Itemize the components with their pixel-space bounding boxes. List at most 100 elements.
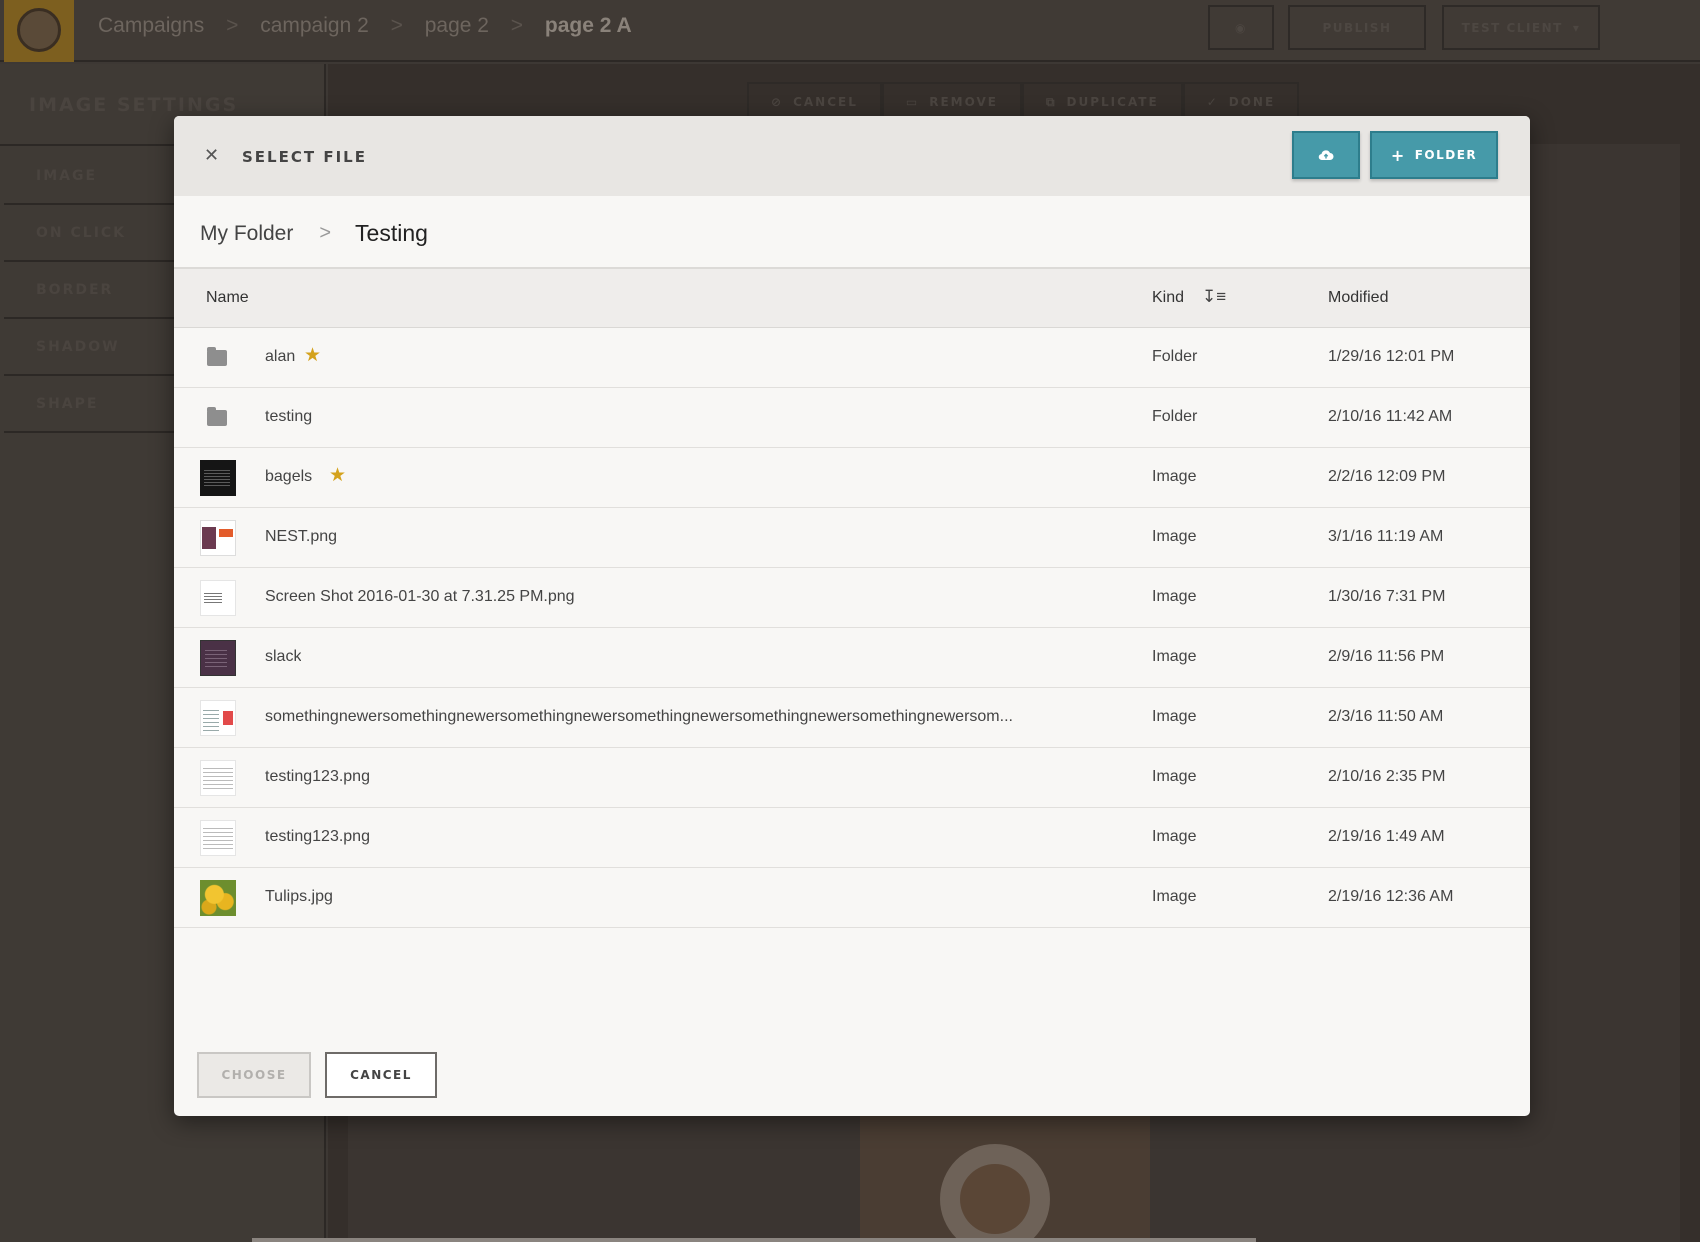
file-modified: 2/3/16 11:50 AM <box>1328 708 1444 725</box>
file-row[interactable]: Tulips.jpg Image 2/19/16 12:36 AM <box>174 868 1530 928</box>
upload-button[interactable] <box>1292 131 1360 179</box>
file-kind: Folder <box>1152 348 1198 365</box>
file-name: testing123.png <box>265 828 370 845</box>
breadcrumb-campaign[interactable]: campaign 2 <box>260 14 369 37</box>
file-row[interactable]: Screen Shot 2016-01-30 at 7.31.25 PM.png… <box>174 568 1530 628</box>
choose-button[interactable]: CHOOSE <box>197 1052 311 1098</box>
campaign-breadcrumb: Campaigns > campaign 2 > page 2 > page 2… <box>98 14 648 38</box>
modal-title: SELECT FILE <box>242 148 367 166</box>
column-name[interactable]: Name <box>206 289 249 307</box>
star-icon[interactable]: ★ <box>304 344 321 367</box>
sort-ascending-icon[interactable]: ↧≡ <box>1202 287 1226 307</box>
mascot-icon <box>17 8 61 52</box>
breadcrumb-page[interactable]: page 2 <box>425 14 489 37</box>
file-modified: 2/2/16 12:09 PM <box>1328 468 1446 485</box>
client-dropdown[interactable]: TEST CLIENT ▾ <box>1442 5 1600 50</box>
app-logo[interactable] <box>4 0 74 62</box>
file-kind: Image <box>1152 648 1197 665</box>
file-modified: 1/30/16 7:31 PM <box>1328 588 1446 605</box>
file-name: testing <box>265 408 313 425</box>
horizontal-scrollbar[interactable] <box>252 1238 1256 1242</box>
publish-label: PUBLISH <box>1322 20 1392 35</box>
document-thumbnail <box>200 760 236 796</box>
toolbar-duplicate-label: DUPLICATE <box>1066 95 1159 109</box>
file-name: slack <box>265 648 302 665</box>
breadcrumb-separator: > <box>226 14 239 37</box>
coffee-image <box>860 1110 1150 1242</box>
file-name: testing123.png <box>265 768 370 785</box>
slack-thumbnail <box>200 640 236 676</box>
file-kind: Image <box>1152 888 1197 905</box>
publish-button[interactable]: PUBLISH <box>1288 5 1426 50</box>
file-name: NEST.png <box>265 528 338 545</box>
toolbar-remove-label: REMOVE <box>929 95 998 109</box>
chevron-down-icon: ▾ <box>1572 20 1581 35</box>
client-label: TEST CLIENT <box>1461 20 1563 35</box>
file-name: alan <box>265 348 296 365</box>
file-kind: Image <box>1152 528 1197 545</box>
breadcrumb-root-folder[interactable]: My Folder <box>200 222 293 246</box>
cancel-icon: ⊘ <box>771 95 784 109</box>
top-bar: Campaigns > campaign 2 > page 2 > page 2… <box>0 0 1700 62</box>
eye-icon: ◉ <box>1235 20 1247 35</box>
check-icon: ✓ <box>1206 95 1219 109</box>
file-name: Screen Shot 2016-01-30 at 7.31.25 PM.png <box>265 588 575 605</box>
cancel-button[interactable]: CANCEL <box>325 1052 437 1098</box>
file-row[interactable]: testing123.png Image 2/19/16 1:49 AM <box>174 808 1530 868</box>
toolbar-cancel-label: CANCEL <box>793 95 858 109</box>
file-kind: Image <box>1152 588 1197 605</box>
document-thumbnail <box>200 700 236 736</box>
file-row[interactable]: testing Folder 2/10/16 11:42 AM <box>174 388 1530 448</box>
breadcrumb-separator: > <box>390 14 403 37</box>
new-folder-button[interactable]: + FOLDER <box>1370 131 1498 179</box>
file-name: somethingnewersomethingnewersomethingnew… <box>265 708 1013 725</box>
file-kind: Image <box>1152 708 1197 725</box>
breadcrumb-separator: > <box>510 14 524 37</box>
trash-icon: ▭ <box>905 95 920 109</box>
file-name: Tulips.jpg <box>265 888 333 905</box>
column-kind[interactable]: Kind <box>1152 289 1184 307</box>
file-kind: Image <box>1152 768 1197 785</box>
file-modified: 2/19/16 1:49 AM <box>1328 828 1445 845</box>
close-icon[interactable]: ✕ <box>204 147 219 165</box>
column-modified[interactable]: Modified <box>1328 289 1388 307</box>
file-row[interactable]: testing123.png Image 2/10/16 2:35 PM <box>174 748 1530 808</box>
file-row[interactable]: NEST.png Image 3/1/16 11:19 AM <box>174 508 1530 568</box>
file-name: bagels <box>265 468 313 485</box>
toolbar-done-label: DONE <box>1228 95 1276 109</box>
nest-thumbnail <box>200 520 236 556</box>
file-modified: 3/1/16 11:19 AM <box>1328 528 1444 545</box>
file-kind: Image <box>1152 468 1197 485</box>
breadcrumb-campaigns[interactable]: Campaigns <box>98 14 204 37</box>
sidebar-title: IMAGE SETTINGS <box>29 94 239 116</box>
folder-icon <box>207 347 227 366</box>
modal-header: ✕ SELECT FILE + FOLDER <box>174 116 1530 196</box>
file-modified: 2/10/16 2:35 PM <box>1328 768 1446 785</box>
latte-art <box>960 1164 1030 1234</box>
bagels-thumbnail <box>200 460 236 496</box>
chevron-right-icon: > <box>319 222 332 244</box>
breadcrumb-current-folder: Testing <box>355 220 428 246</box>
file-table-header: Name Kind ↧≡ Modified <box>174 269 1530 328</box>
file-row[interactable]: slack Image 2/9/16 11:56 PM <box>174 628 1530 688</box>
file-kind: Image <box>1152 828 1197 845</box>
cloud-upload-icon <box>1318 150 1334 161</box>
preview-button[interactable]: ◉ <box>1208 5 1274 50</box>
new-folder-label: FOLDER <box>1414 148 1478 162</box>
document-thumbnail <box>200 820 236 856</box>
folder-breadcrumb: My Folder > Testing <box>200 220 428 247</box>
tulips-thumbnail <box>200 880 236 916</box>
screenshot-thumbnail <box>200 580 236 616</box>
select-file-modal: ✕ SELECT FILE + FOLDER My Folder > Testi… <box>174 116 1530 1116</box>
duplicate-icon: ⧉ <box>1045 94 1057 109</box>
star-icon[interactable]: ★ <box>329 464 346 487</box>
file-modified: 1/29/16 12:01 PM <box>1328 348 1455 365</box>
file-modified: 2/10/16 11:42 AM <box>1328 408 1453 425</box>
file-row[interactable]: bagels ★ Image 2/2/16 12:09 PM <box>174 448 1530 508</box>
file-modified: 2/19/16 12:36 AM <box>1328 888 1454 905</box>
plus-icon: + <box>1390 145 1406 165</box>
breadcrumb-current-page: page 2 A <box>544 14 632 37</box>
file-modified: 2/9/16 11:56 PM <box>1328 648 1445 665</box>
file-row[interactable]: alan ★ Folder 1/29/16 12:01 PM <box>174 328 1530 388</box>
file-row[interactable]: somethingnewersomethingnewersomethingnew… <box>174 688 1530 748</box>
